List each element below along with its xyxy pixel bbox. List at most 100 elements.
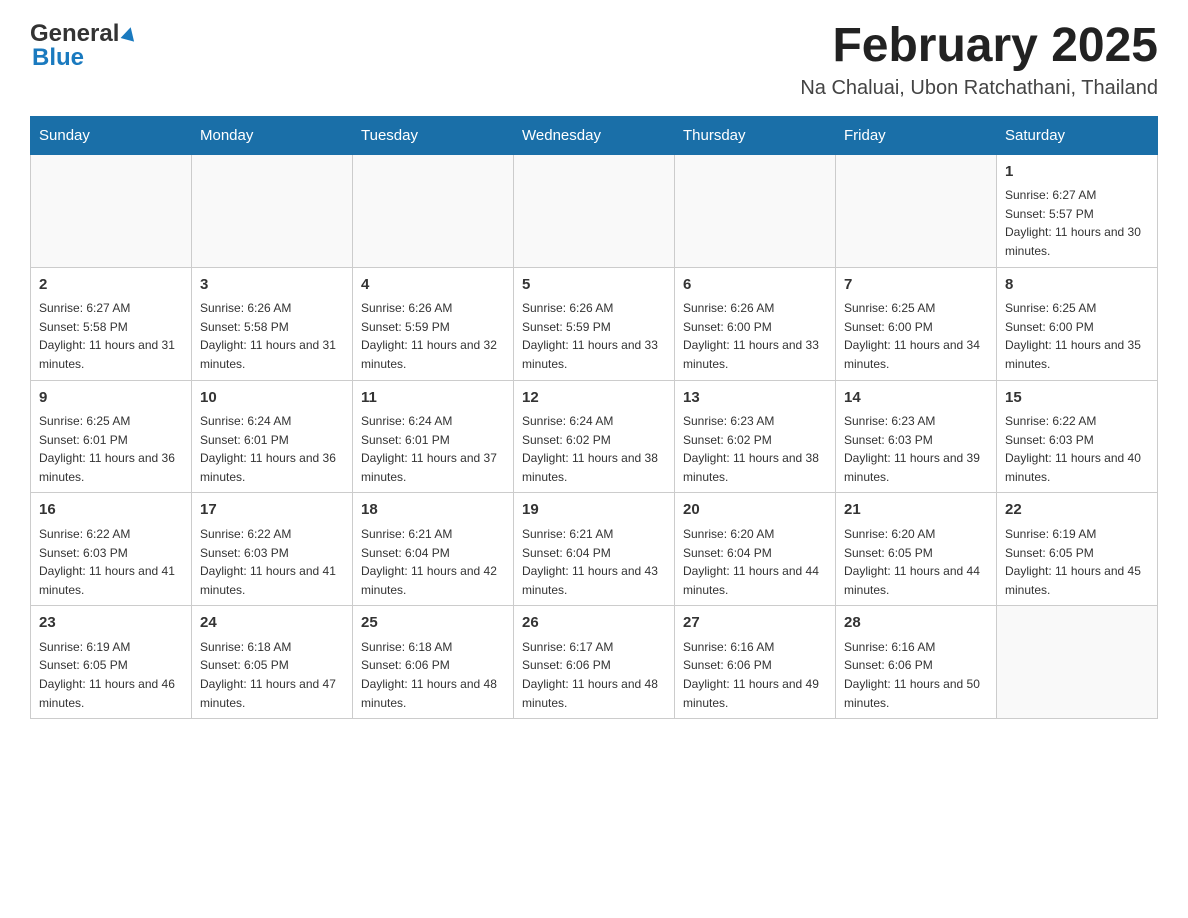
day-info: Sunrise: 6:22 AMSunset: 6:03 PMDaylight:… [200, 525, 344, 599]
day-info: Sunrise: 6:26 AMSunset: 5:58 PMDaylight:… [200, 299, 344, 373]
day-info: Sunrise: 6:24 AMSunset: 6:02 PMDaylight:… [522, 412, 666, 486]
calendar-cell: 27 Sunrise: 6:16 AMSunset: 6:06 PMDayligh… [675, 606, 836, 719]
calendar-week-row: 1Sunrise: 6:27 AMSunset: 5:57 PMDaylight… [31, 154, 1158, 267]
calendar-cell [31, 154, 192, 267]
calendar-cell: 8Sunrise: 6:25 AMSunset: 6:00 PMDaylight… [997, 267, 1158, 380]
calendar-cell: 20 Sunrise: 6:20 AMSunset: 6:04 PMDayligh… [675, 493, 836, 606]
day-info: Sunrise: 6:20 AMSunset: 6:05 PMDaylight:… [844, 525, 988, 599]
day-number: 12 [522, 387, 666, 410]
day-number: 26 [522, 612, 666, 635]
calendar-cell: 12Sunrise: 6:24 AMSunset: 6:02 PMDayligh… [514, 380, 675, 493]
day-number: 23 [39, 612, 183, 635]
column-header-sunday: Sunday [31, 116, 192, 154]
location-title: Na Chaluai, Ubon Ratchathani, Thailand [800, 77, 1158, 100]
calendar-cell: 28Sunrise: 6:16 AMSunset: 6:06 PMDayligh… [836, 606, 997, 719]
day-info: Sunrise: 6:25 AMSunset: 6:00 PMDaylight:… [1005, 299, 1149, 373]
day-info: Sunrise: 6:27 AMSunset: 5:57 PMDaylight:… [1005, 186, 1149, 260]
logo-triangle-icon [121, 25, 138, 41]
calendar-cell: 24 Sunrise: 6:18 AMSunset: 6:05 PMDayligh… [192, 606, 353, 719]
calendar-cell: 18 Sunrise: 6:21 AMSunset: 6:04 PMDayligh… [353, 493, 514, 606]
calendar-cell: 5Sunrise: 6:26 AMSunset: 5:59 PMDaylight… [514, 267, 675, 380]
day-number: 3 [200, 274, 344, 297]
day-number: 13 [683, 387, 827, 410]
day-number: 24 [200, 612, 344, 635]
column-header-tuesday: Tuesday [353, 116, 514, 154]
day-info: Sunrise: 6:22 AMSunset: 6:03 PMDaylight:… [1005, 412, 1149, 486]
day-number: 1 [1005, 161, 1149, 184]
title-area: February 2025 Na Chaluai, Ubon Ratchatha… [800, 20, 1158, 100]
day-info: Sunrise: 6:27 AMSunset: 5:58 PMDaylight:… [39, 299, 183, 373]
day-number: 2 [39, 274, 183, 297]
day-number: 17 [200, 499, 344, 522]
calendar-cell: 6Sunrise: 6:26 AMSunset: 6:00 PMDaylight… [675, 267, 836, 380]
day-info: Sunrise: 6:18 AMSunset: 6:05 PMDaylight:… [200, 638, 344, 712]
day-number: 28 [844, 612, 988, 635]
day-number: 9 [39, 387, 183, 410]
calendar-cell: 17 Sunrise: 6:22 AMSunset: 6:03 PMDayligh… [192, 493, 353, 606]
calendar-cell: 15Sunrise: 6:22 AMSunset: 6:03 PMDayligh… [997, 380, 1158, 493]
day-number: 16 [39, 499, 183, 522]
day-number: 21 [844, 499, 988, 522]
day-info: Sunrise: 6:19 AMSunset: 6:05 PMDaylight:… [39, 638, 183, 712]
day-number: 20 [683, 499, 827, 522]
day-number: 4 [361, 274, 505, 297]
day-number: 27 [683, 612, 827, 635]
month-title: February 2025 [800, 20, 1158, 73]
day-number: 15 [1005, 387, 1149, 410]
day-number: 10 [200, 387, 344, 410]
day-number: 7 [844, 274, 988, 297]
day-info: Sunrise: 6:17 AMSunset: 6:06 PMDaylight:… [522, 638, 666, 712]
calendar-cell: 26 Sunrise: 6:17 AMSunset: 6:06 PMDayligh… [514, 606, 675, 719]
day-number: 14 [844, 387, 988, 410]
calendar-cell: 14Sunrise: 6:23 AMSunset: 6:03 PMDayligh… [836, 380, 997, 493]
day-info: Sunrise: 6:24 AMSunset: 6:01 PMDaylight:… [200, 412, 344, 486]
logo-blue-text: Blue [32, 44, 84, 72]
calendar-week-row: 2Sunrise: 6:27 AMSunset: 5:58 PMDaylight… [31, 267, 1158, 380]
day-info: Sunrise: 6:20 AMSunset: 6:04 PMDaylight:… [683, 525, 827, 599]
day-info: Sunrise: 6:26 AMSunset: 5:59 PMDaylight:… [522, 299, 666, 373]
calendar-cell: 21 Sunrise: 6:20 AMSunset: 6:05 PMDayligh… [836, 493, 997, 606]
day-number: 18 [361, 499, 505, 522]
day-number: 22 [1005, 499, 1149, 522]
calendar-cell: 2Sunrise: 6:27 AMSunset: 5:58 PMDaylight… [31, 267, 192, 380]
calendar-cell: 16 Sunrise: 6:22 AMSunset: 6:03 PMDayligh… [31, 493, 192, 606]
calendar-cell [514, 154, 675, 267]
calendar-cell [192, 154, 353, 267]
day-number: 5 [522, 274, 666, 297]
day-number: 25 [361, 612, 505, 635]
day-number: 6 [683, 274, 827, 297]
day-info: Sunrise: 6:25 AMSunset: 6:01 PMDaylight:… [39, 412, 183, 486]
calendar-cell: 22 Sunrise: 6:19 AMSunset: 6:05 PMDayligh… [997, 493, 1158, 606]
calendar-week-row: 9Sunrise: 6:25 AMSunset: 6:01 PMDaylight… [31, 380, 1158, 493]
day-number: 11 [361, 387, 505, 410]
page-header: General Blue February 2025 Na Chaluai, U… [30, 20, 1158, 100]
column-header-wednesday: Wednesday [514, 116, 675, 154]
calendar-table: SundayMondayTuesdayWednesdayThursdayFrid… [30, 116, 1158, 719]
column-header-friday: Friday [836, 116, 997, 154]
day-info: Sunrise: 6:22 AMSunset: 6:03 PMDaylight:… [39, 525, 183, 599]
day-info: Sunrise: 6:16 AMSunset: 6:06 PMDaylight:… [683, 638, 827, 712]
day-info: Sunrise: 6:21 AMSunset: 6:04 PMDaylight:… [522, 525, 666, 599]
day-info: Sunrise: 6:23 AMSunset: 6:03 PMDaylight:… [844, 412, 988, 486]
calendar-cell: 19 Sunrise: 6:21 AMSunset: 6:04 PMDayligh… [514, 493, 675, 606]
day-info: Sunrise: 6:26 AMSunset: 6:00 PMDaylight:… [683, 299, 827, 373]
day-info: Sunrise: 6:18 AMSunset: 6:06 PMDaylight:… [361, 638, 505, 712]
column-header-monday: Monday [192, 116, 353, 154]
calendar-header-row: SundayMondayTuesdayWednesdayThursdayFrid… [31, 116, 1158, 154]
logo: General Blue [30, 20, 136, 72]
day-info: Sunrise: 6:24 AMSunset: 6:01 PMDaylight:… [361, 412, 505, 486]
calendar-cell: 7Sunrise: 6:25 AMSunset: 6:00 PMDaylight… [836, 267, 997, 380]
calendar-cell: 4Sunrise: 6:26 AMSunset: 5:59 PMDaylight… [353, 267, 514, 380]
day-info: Sunrise: 6:21 AMSunset: 6:04 PMDaylight:… [361, 525, 505, 599]
calendar-cell [675, 154, 836, 267]
calendar-cell: 13Sunrise: 6:23 AMSunset: 6:02 PMDayligh… [675, 380, 836, 493]
calendar-cell: 10Sunrise: 6:24 AMSunset: 6:01 PMDayligh… [192, 380, 353, 493]
calendar-cell: 11Sunrise: 6:24 AMSunset: 6:01 PMDayligh… [353, 380, 514, 493]
day-number: 19 [522, 499, 666, 522]
day-info: Sunrise: 6:26 AMSunset: 5:59 PMDaylight:… [361, 299, 505, 373]
day-info: Sunrise: 6:19 AMSunset: 6:05 PMDaylight:… [1005, 525, 1149, 599]
day-info: Sunrise: 6:23 AMSunset: 6:02 PMDaylight:… [683, 412, 827, 486]
column-header-thursday: Thursday [675, 116, 836, 154]
calendar-week-row: 16 Sunrise: 6:22 AMSunset: 6:03 PMDayligh… [31, 493, 1158, 606]
calendar-cell: 23 Sunrise: 6:19 AMSunset: 6:05 PMDayligh… [31, 606, 192, 719]
